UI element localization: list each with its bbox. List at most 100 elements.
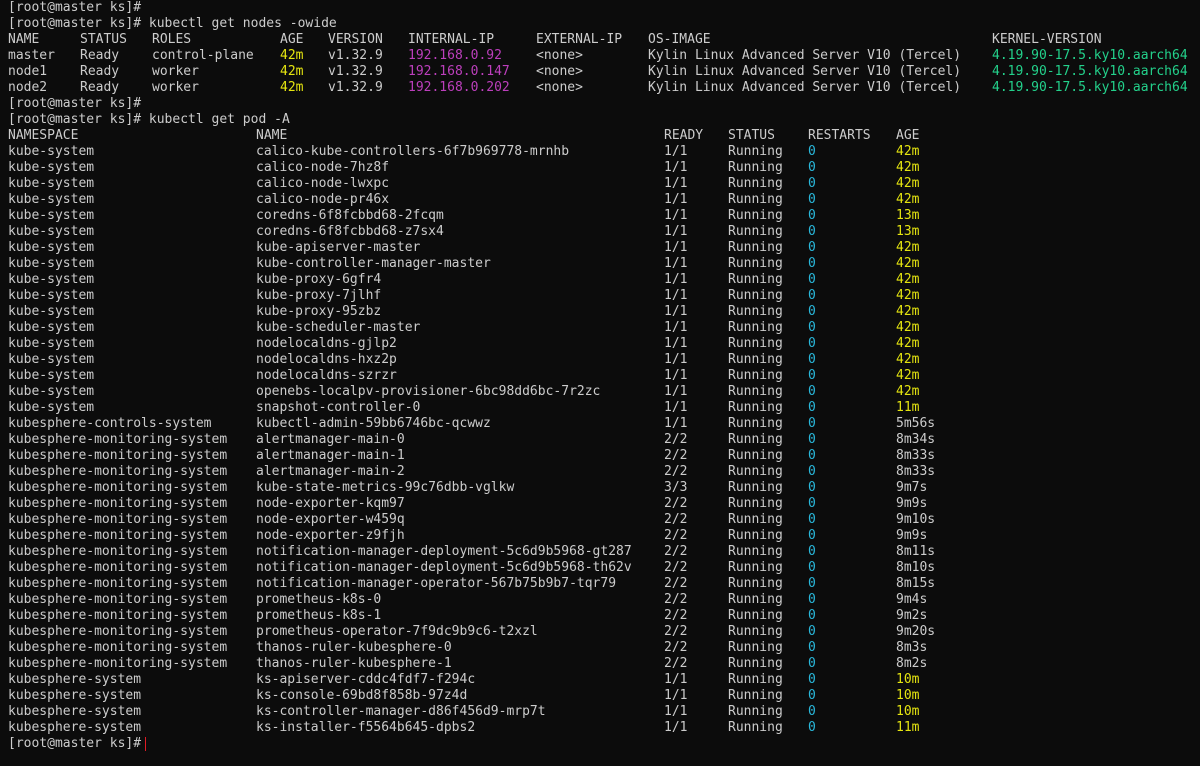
pod-name: node-exporter-w459q	[256, 512, 405, 527]
pod-namespace: kubesphere-monitoring-system	[8, 448, 228, 463]
pod-namespace: kube-system	[8, 160, 95, 175]
pod-name: node-exporter-z9fjh	[256, 528, 405, 543]
pod-ready: 2/2	[664, 432, 688, 447]
pod-name: ks-installer-f5564b645-dpbs2	[256, 720, 476, 735]
pod-namespace: kubesphere-monitoring-system	[8, 560, 228, 575]
pod-restarts: 0	[808, 320, 816, 335]
pod-namespace: kubesphere-monitoring-system	[8, 576, 228, 591]
pod-status: Running	[728, 560, 783, 575]
pod-ready: 1/1	[664, 688, 688, 703]
node-internal-ip: 192.168.0.92	[408, 48, 502, 63]
node-version: v1.32.9	[328, 64, 383, 79]
pod-namespace: kube-system	[8, 352, 95, 367]
pod-ready: 1/1	[664, 416, 688, 431]
node-external-ip: <none>	[536, 48, 583, 63]
pod-restarts: 0	[808, 432, 816, 447]
pod-age: 9m10s	[896, 512, 936, 527]
node-name: master	[8, 48, 55, 63]
pod-namespace: kubesphere-system	[8, 672, 142, 687]
pod-name: snapshot-controller-0	[256, 400, 421, 415]
pod-status: Running	[728, 512, 783, 527]
prompt-line: [root@master ks]#	[8, 736, 147, 752]
column-header: NAME	[256, 128, 288, 143]
node-external-ip: <none>	[536, 64, 583, 79]
pod-restarts: 0	[808, 688, 816, 703]
node-kernel-version: 4.19.90-17.5.ky10.aarch64	[992, 80, 1188, 95]
pod-status: Running	[728, 480, 783, 495]
pod-restarts: 0	[808, 304, 816, 319]
pod-name: notification-manager-deployment-5c6d9b59…	[256, 544, 632, 559]
node-external-ip: <none>	[536, 80, 583, 95]
pod-ready: 2/2	[664, 464, 688, 479]
pod-status: Running	[728, 608, 783, 623]
text-cursor[interactable]	[145, 736, 147, 751]
pod-restarts: 0	[808, 544, 816, 559]
pod-namespace: kubesphere-controls-system	[8, 416, 212, 431]
node-os-image: Kylin Linux Advanced Server V10 (Tercel)	[648, 48, 962, 63]
pod-name: kube-apiserver-master	[256, 240, 421, 255]
pod-restarts: 0	[808, 192, 816, 207]
pod-status: Running	[728, 704, 783, 719]
pod-status: Running	[728, 688, 783, 703]
pod-name: kubectl-admin-59bb6746bc-qcwwz	[256, 416, 491, 431]
pod-age: 42m	[896, 256, 920, 271]
pod-age: 42m	[896, 160, 920, 175]
pod-restarts: 0	[808, 176, 816, 191]
pod-status: Running	[728, 208, 783, 223]
pod-age: 8m34s	[896, 432, 936, 447]
node-internal-ip: 192.168.0.202	[408, 80, 510, 95]
pod-ready: 1/1	[664, 384, 688, 399]
pod-age: 42m	[896, 240, 920, 255]
pod-age: 8m33s	[896, 448, 936, 463]
pod-age: 42m	[896, 176, 920, 191]
shell-prompt: [root@master ks]#	[8, 16, 142, 31]
node-age: 42m	[280, 80, 304, 95]
column-header: ROLES	[152, 32, 192, 47]
node-roles: worker	[152, 80, 199, 95]
pod-status: Running	[728, 592, 783, 607]
node-kernel-version: 4.19.90-17.5.ky10.aarch64	[992, 64, 1188, 79]
column-header: KERNEL-VERSION	[992, 32, 1102, 47]
pod-restarts: 0	[808, 208, 816, 223]
pod-ready: 1/1	[664, 144, 688, 159]
pod-namespace: kube-system	[8, 368, 95, 383]
pod-age: 10m	[896, 704, 920, 719]
pod-namespace: kube-system	[8, 192, 95, 207]
pod-ready: 1/1	[664, 224, 688, 239]
pod-namespace: kubesphere-monitoring-system	[8, 464, 228, 479]
pod-age: 8m11s	[896, 544, 936, 559]
pod-restarts: 0	[808, 384, 816, 399]
pod-ready: 2/2	[664, 448, 688, 463]
pod-namespace: kubesphere-monitoring-system	[8, 496, 228, 511]
pod-age: 42m	[896, 352, 920, 367]
pod-namespace: kubesphere-monitoring-system	[8, 640, 228, 655]
pod-namespace: kube-system	[8, 176, 95, 191]
pod-namespace: kubesphere-system	[8, 704, 142, 719]
pod-ready: 2/2	[664, 576, 688, 591]
pod-age: 8m15s	[896, 576, 936, 591]
prompt-line: [root@master ks]# kubectl get pod -A	[8, 112, 290, 128]
pod-ready: 2/2	[664, 512, 688, 527]
column-header: STATUS	[80, 32, 127, 47]
pod-status: Running	[728, 496, 783, 511]
pod-namespace: kube-system	[8, 336, 95, 351]
terminal-window[interactable]: [root@master ks]# [root@master ks]# kubec…	[0, 0, 1200, 766]
pod-restarts: 0	[808, 704, 816, 719]
pod-namespace: kube-system	[8, 272, 95, 287]
pod-namespace: kubesphere-system	[8, 720, 142, 735]
pod-status: Running	[728, 416, 783, 431]
pod-age: 42m	[896, 304, 920, 319]
pod-age: 42m	[896, 336, 920, 351]
pod-name: coredns-6f8fcbbd68-2fcqm	[256, 208, 444, 223]
pod-ready: 1/1	[664, 304, 688, 319]
pod-status: Running	[728, 176, 783, 191]
pod-age: 42m	[896, 192, 920, 207]
pod-status: Running	[728, 400, 783, 415]
pod-namespace: kube-system	[8, 240, 95, 255]
pod-name: ks-controller-manager-d86f456d9-mrp7t	[256, 704, 546, 719]
pod-status: Running	[728, 464, 783, 479]
pod-name: calico-kube-controllers-6f7b969778-mrnhb	[256, 144, 570, 159]
node-roles: control-plane	[152, 48, 254, 63]
column-header: VERSION	[328, 32, 383, 47]
pod-age: 42m	[896, 272, 920, 287]
